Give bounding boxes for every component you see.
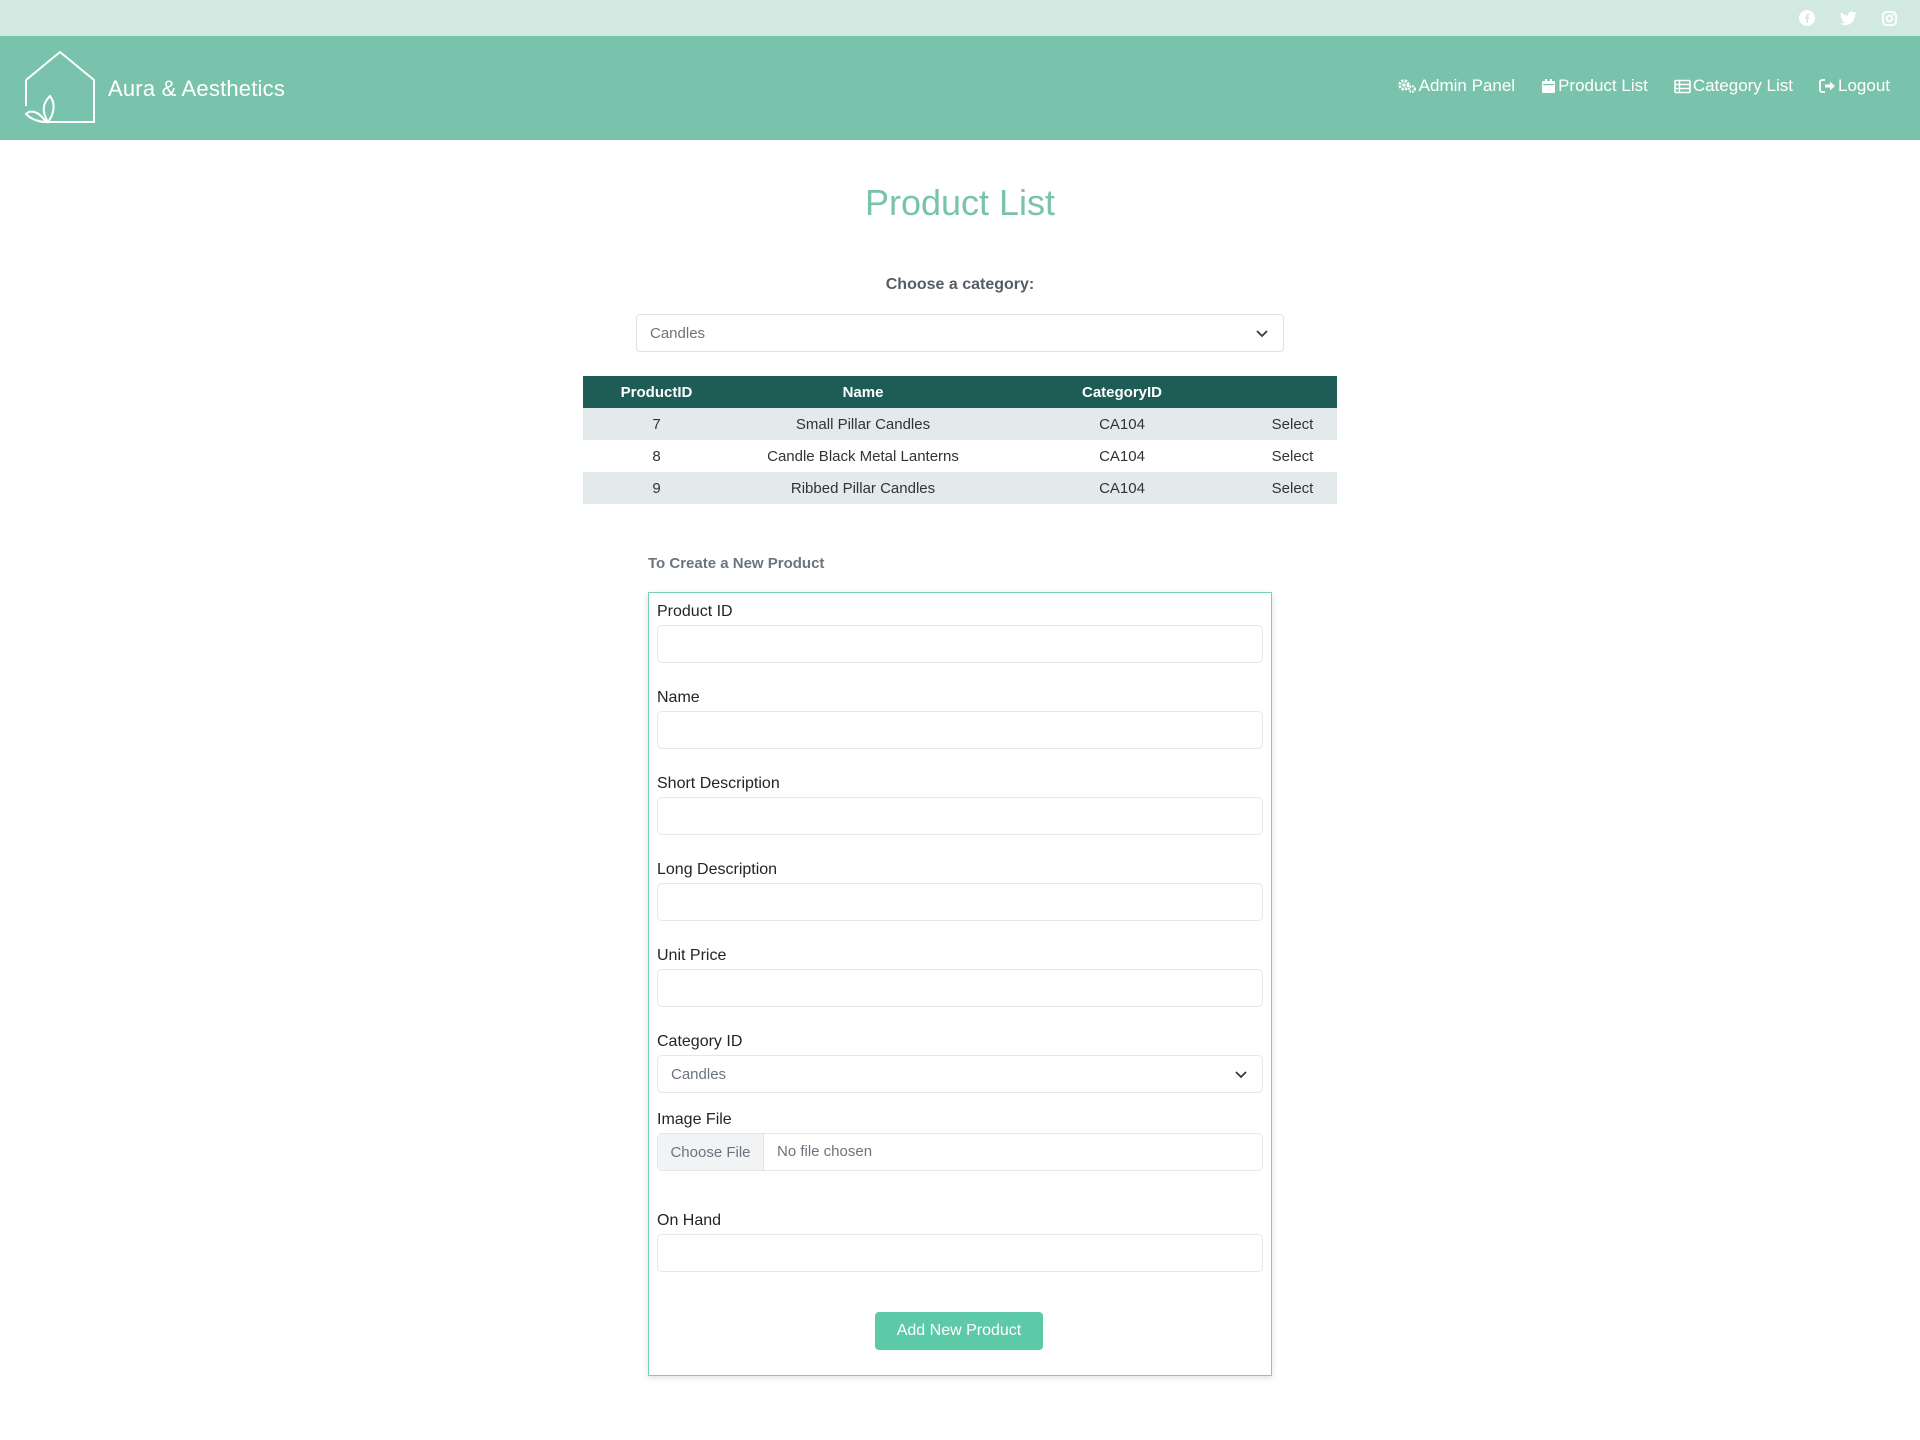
category-filter-label: Choose a category: <box>885 276 1035 293</box>
gears-icon <box>1397 79 1416 93</box>
name-label: Name <box>657 689 700 706</box>
short-description-label: Short Description <box>657 775 780 792</box>
nav-product-list[interactable]: Product List <box>1541 76 1648 96</box>
select-link[interactable]: Select <box>1248 408 1337 440</box>
unit-price-label: Unit Price <box>657 947 727 964</box>
header-name: Name <box>730 376 996 408</box>
nav-admin-panel-label: Admin Panel <box>1418 76 1516 95</box>
brand[interactable]: Aura & Aesthetics <box>24 50 285 128</box>
cell-category-id: CA104 <box>996 408 1248 440</box>
nav-logout[interactable]: Logout <box>1819 76 1890 96</box>
logout-icon <box>1819 79 1835 93</box>
image-file-label: Image File <box>657 1111 732 1128</box>
create-product-heading: To Create a New Product <box>648 555 825 572</box>
nav-admin-panel[interactable]: Admin Panel <box>1397 76 1515 96</box>
nav-category-list[interactable]: Category List <box>1674 76 1793 96</box>
image-file-input[interactable]: Choose File No file chosen <box>657 1133 1263 1171</box>
long-description-input[interactable] <box>657 883 1263 921</box>
instagram-icon[interactable] <box>1880 9 1898 27</box>
top-bar <box>0 0 1920 36</box>
nav-category-list-label: Category List <box>1692 76 1793 95</box>
cell-product-id: 9 <box>583 472 730 504</box>
cell-product-id: 7 <box>583 408 730 440</box>
table-list-icon <box>1674 79 1691 93</box>
cell-category-id: CA104 <box>1099 447 1145 465</box>
category-select[interactable]: Candles <box>636 314 1284 352</box>
add-new-product-button[interactable]: Add New Product <box>875 1312 1043 1350</box>
cell-name: Small Pillar Candles <box>730 408 996 440</box>
category-id-label: Category ID <box>657 1033 743 1050</box>
page-title: Product List <box>864 182 1056 223</box>
products-table: ProductID Name CategoryID 7 Small Pillar… <box>583 376 1337 504</box>
header-action <box>1248 376 1337 408</box>
calendar-icon <box>1542 79 1556 93</box>
on-hand-input[interactable] <box>657 1234 1263 1272</box>
nav-logout-label: Logout <box>1838 76 1890 95</box>
select-link[interactable]: Select <box>1248 472 1337 504</box>
category-id-select[interactable]: Candles <box>657 1055 1263 1093</box>
table-row: 9 Ribbed Pillar Candles CA104 Select <box>583 472 1337 504</box>
cell-category-id: CA104 <box>996 472 1248 504</box>
unit-price-input[interactable] <box>657 969 1263 1007</box>
select-link[interactable]: Select <box>1248 440 1337 472</box>
chevron-down-icon <box>1235 1071 1247 1079</box>
house-leaf-logo <box>24 50 96 128</box>
cell-product-id: 8 <box>652 447 661 465</box>
table-row: 8 Candle Black Metal Lanterns CA104 Sele… <box>583 440 1337 472</box>
long-description-label: Long Description <box>657 861 778 878</box>
nav-product-list-label: Product List <box>1558 76 1648 95</box>
on-hand-label: On Hand <box>657 1212 722 1229</box>
table-row: 7 Small Pillar Candles CA104 Select <box>583 408 1337 440</box>
product-id-input[interactable] <box>657 625 1263 663</box>
create-product-form: Product ID Name Short Description Long D… <box>648 592 1272 1376</box>
cell-name: Candle Black Metal Lanterns <box>767 447 959 465</box>
table-header-row: ProductID Name CategoryID <box>583 376 1337 408</box>
chevron-down-icon <box>1256 330 1268 338</box>
category-id-select-value: Candles <box>671 1066 727 1083</box>
nav-menu: Admin Panel Product List Category List L… <box>1397 76 1890 96</box>
name-input[interactable] <box>657 711 1263 749</box>
facebook-icon[interactable] <box>1798 9 1816 27</box>
header-category-id: CategoryID <box>996 376 1248 408</box>
file-status: No file chosen <box>777 1143 873 1160</box>
short-description-input[interactable] <box>657 797 1263 835</box>
brand-name: Aura & Aesthetics <box>108 76 286 101</box>
choose-file-button[interactable]: Choose File <box>658 1134 764 1170</box>
twitter-icon[interactable] <box>1839 9 1857 27</box>
social-links <box>1798 9 1898 27</box>
product-id-label: Product ID <box>657 603 733 620</box>
cell-name: Ribbed Pillar Candles <box>730 472 996 504</box>
header-product-id: ProductID <box>583 376 730 408</box>
main-navbar: Aura & Aesthetics Admin Panel Product Li… <box>0 36 1920 140</box>
category-select-value: Candles <box>650 325 706 342</box>
